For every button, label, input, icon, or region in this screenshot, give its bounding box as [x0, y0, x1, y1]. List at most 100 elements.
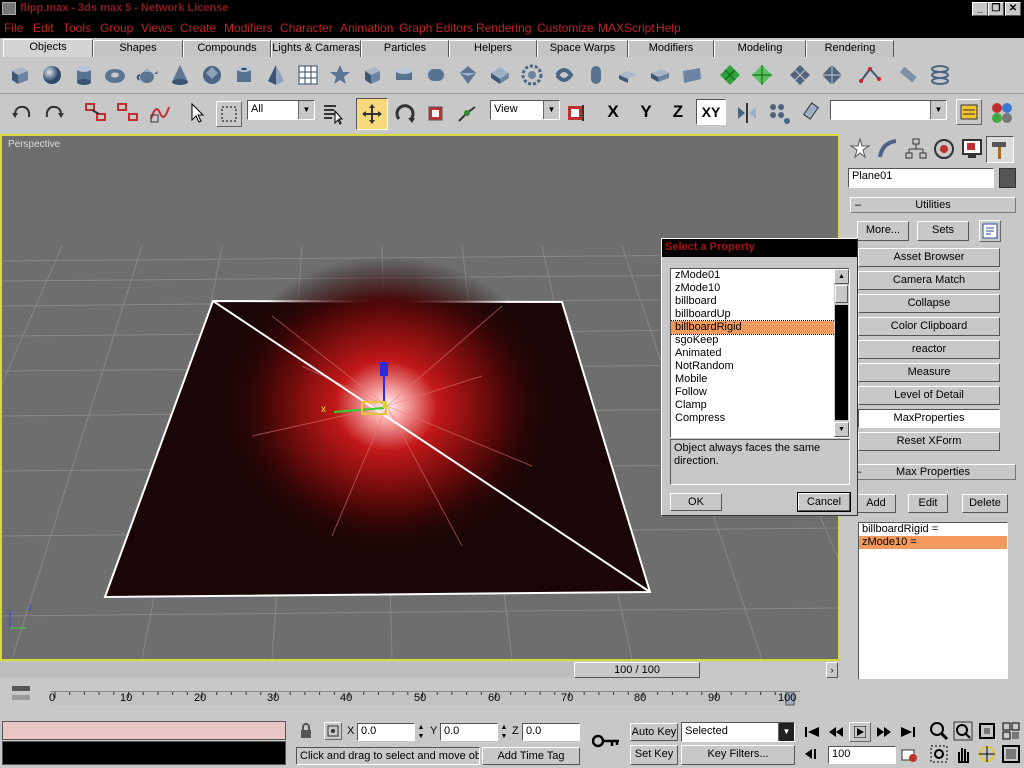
- undo-icon[interactable]: [10, 101, 34, 125]
- object-color-swatch[interactable]: [999, 168, 1016, 188]
- zoom-icon[interactable]: [929, 721, 949, 741]
- restrict-to-xy-plane-button[interactable]: XY: [696, 99, 726, 125]
- tab-rendering[interactable]: Rendering: [806, 40, 894, 57]
- menu-help[interactable]: Help: [656, 21, 681, 35]
- key-mode-toggle-icon[interactable]: [804, 747, 820, 761]
- cone-icon[interactable]: [168, 63, 192, 87]
- torus-knot-icon[interactable]: [552, 63, 576, 87]
- named-selection-sets-dropdown[interactable]: ▼: [830, 100, 947, 120]
- restrict-to-y-button[interactable]: Y: [633, 100, 659, 124]
- track-bar[interactable]: 0 10 20 30 40 50 60 70 80 90 100: [0, 679, 1024, 717]
- plane-icon[interactable]: [296, 63, 320, 87]
- sphere-icon[interactable]: [40, 63, 64, 87]
- geosphere-icon[interactable]: [200, 63, 224, 87]
- menu-customize[interactable]: Customize: [537, 21, 594, 35]
- menu-edit[interactable]: Edit: [33, 21, 54, 35]
- more-button[interactable]: More...: [857, 221, 909, 241]
- patch-grid-tri-icon[interactable]: [750, 63, 774, 87]
- menu-tools[interactable]: Tools: [63, 21, 91, 35]
- track-view-button[interactable]: [956, 99, 982, 125]
- restrict-to-x-button[interactable]: X: [600, 100, 626, 124]
- menu-modifiers[interactable]: Modifiers: [224, 21, 273, 35]
- x-spinner-icon[interactable]: ▲ ▼: [416, 723, 426, 741]
- menu-views[interactable]: Views: [141, 21, 173, 35]
- menu-rendering[interactable]: Rendering: [476, 21, 531, 35]
- list-item[interactable]: Animated: [671, 347, 849, 360]
- menu-animation[interactable]: Animation: [340, 21, 393, 35]
- list-item[interactable]: billboard: [671, 295, 849, 308]
- chamfer-box-icon[interactable]: [360, 63, 384, 87]
- play-button[interactable]: [849, 722, 871, 742]
- tube-icon[interactable]: [232, 63, 256, 87]
- select-by-name-icon[interactable]: [320, 101, 344, 125]
- select-and-link-icon[interactable]: [84, 101, 108, 125]
- add-property-button[interactable]: Add: [856, 494, 896, 513]
- collapse-button[interactable]: Collapse: [858, 294, 1000, 313]
- menu-character[interactable]: Character: [280, 21, 333, 35]
- select-and-scale-icon[interactable]: [425, 101, 449, 125]
- prism-icon[interactable]: [680, 63, 704, 87]
- absolute-mode-button[interactable]: [324, 722, 342, 740]
- tab-lights-cameras[interactable]: Lights & Cameras: [271, 40, 361, 57]
- mirror-icon[interactable]: [735, 101, 759, 125]
- delete-property-button[interactable]: Delete: [962, 494, 1008, 513]
- zoom-extents-icon[interactable]: [977, 721, 997, 741]
- menu-create[interactable]: Create: [180, 21, 216, 35]
- list-item-selected[interactable]: zMode10 =: [859, 536, 1007, 549]
- dummy-tool-icon[interactable]: [896, 63, 920, 87]
- region-zoom-icon[interactable]: [929, 744, 949, 764]
- list-item[interactable]: zMode01: [671, 269, 849, 282]
- unlink-selection-icon[interactable]: [116, 101, 140, 125]
- menu-file[interactable]: File: [4, 21, 23, 35]
- hedra-icon[interactable]: [328, 63, 352, 87]
- list-item-selected[interactable]: billboardRigid: [671, 320, 849, 335]
- time-configuration-icon[interactable]: [900, 747, 918, 763]
- maxscript-listener-mini[interactable]: [2, 721, 286, 740]
- time-slider-thumb[interactable]: 100 / 100: [574, 662, 700, 678]
- app-icon[interactable]: [2, 2, 16, 15]
- gengon-icon[interactable]: [456, 63, 480, 87]
- list-item[interactable]: Follow: [671, 386, 849, 399]
- assigned-properties-list[interactable]: billboardRigid = zMode10 =: [858, 522, 1008, 686]
- list-item[interactable]: Mobile: [671, 373, 849, 386]
- select-and-manipulate-icon[interactable]: [455, 101, 479, 125]
- region-select-button[interactable]: [216, 101, 242, 127]
- scroll-thumb[interactable]: [835, 285, 848, 303]
- z-coordinate-field[interactable]: 0.0: [522, 723, 580, 741]
- bind-to-space-warp-icon[interactable]: [148, 101, 172, 125]
- torus-icon[interactable]: [103, 63, 127, 87]
- menu-maxscript[interactable]: MAXScript: [598, 21, 655, 35]
- reset-xform-button[interactable]: Reset XForm: [858, 432, 1000, 451]
- align-icon[interactable]: [800, 101, 824, 125]
- capsule-icon[interactable]: [584, 63, 608, 87]
- scroll-up-icon[interactable]: ▲: [834, 269, 849, 284]
- selection-filter-dropdown[interactable]: All ▼: [247, 100, 315, 120]
- teapot-icon[interactable]: [135, 63, 159, 87]
- select-object-icon[interactable]: [186, 101, 210, 125]
- menu-group[interactable]: Group: [100, 21, 133, 35]
- tab-compounds[interactable]: Compounds: [183, 40, 271, 57]
- reference-coordinate-dropdown[interactable]: View ▼: [490, 100, 560, 120]
- pan-hand-icon[interactable]: [953, 744, 973, 764]
- cylinder-icon[interactable]: [72, 63, 96, 87]
- hierarchy-panel-icon[interactable]: [904, 137, 928, 161]
- next-frame-icon[interactable]: [876, 725, 892, 739]
- list-item[interactable]: Clamp: [671, 399, 849, 412]
- lock-selection-icon[interactable]: [298, 723, 314, 739]
- scroll-track[interactable]: [835, 305, 848, 420]
- motion-panel-icon[interactable]: [932, 137, 956, 161]
- list-item[interactable]: billboardRigid =: [859, 523, 1007, 536]
- chamfer-cylinder-icon[interactable]: [392, 63, 416, 87]
- maxscript-output-mini[interactable]: [2, 741, 286, 765]
- configure-button-sets[interactable]: [979, 220, 1001, 242]
- create-panel-icon[interactable]: [848, 137, 872, 161]
- tab-objects[interactable]: Objects: [3, 39, 93, 57]
- max-properties-rollout-header[interactable]: – Max Properties: [850, 464, 1016, 480]
- add-time-tag-button[interactable]: Add Time Tag: [482, 747, 580, 765]
- edit-property-button[interactable]: Edit: [908, 494, 948, 513]
- next-frame-icon[interactable]: ›: [826, 662, 838, 678]
- property-listbox[interactable]: zMode01 zMode10 billboard billboardUp bi…: [670, 268, 850, 438]
- auto-key-button[interactable]: Auto Key: [630, 723, 678, 741]
- arc-rotate-icon[interactable]: [977, 744, 997, 764]
- spindle-icon[interactable]: [488, 63, 512, 87]
